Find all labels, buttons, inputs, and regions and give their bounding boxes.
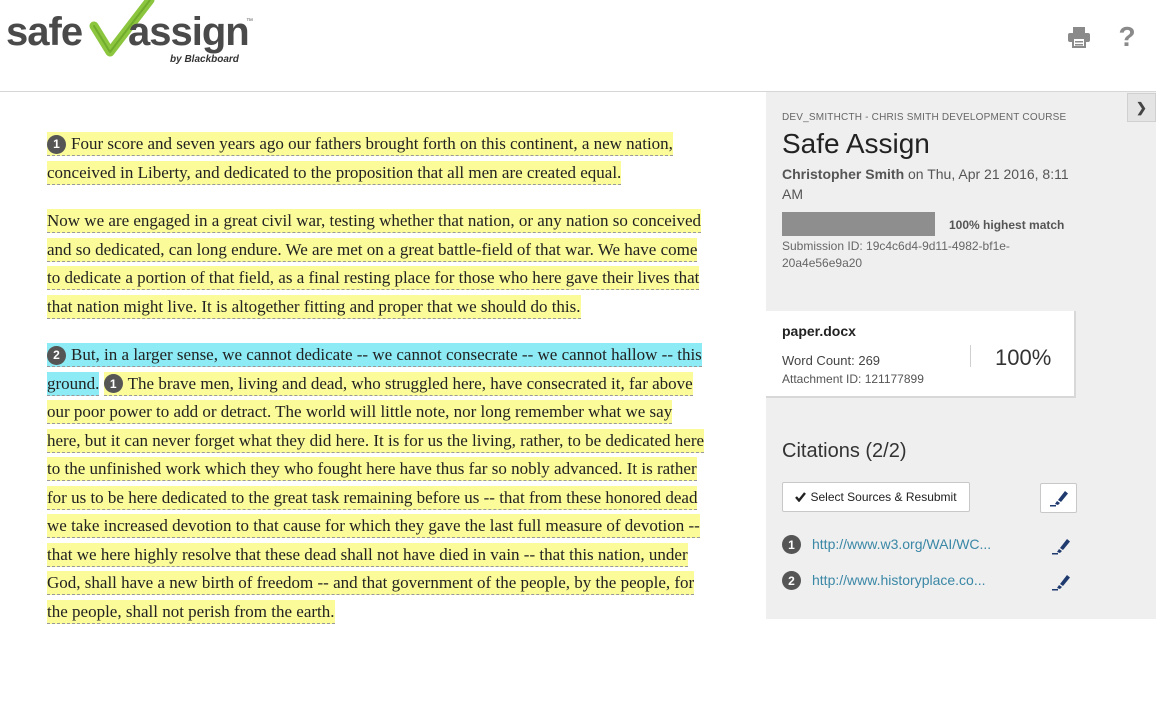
submission-id: Submission ID: 19c4c6d4-9d11-4982-bf1e-2… <box>782 239 1010 270</box>
help-glyph: ? <box>1118 21 1136 52</box>
resubmit-label: Select Sources & Resubmit <box>810 490 957 504</box>
file-name: paper.docx <box>782 323 856 339</box>
logo-trademark: ™ <box>246 18 253 25</box>
submission-info: Christopher Smith on Thu, Apr 21 2016, 8… <box>782 164 1072 204</box>
source-marker-1[interactable]: 1 <box>47 134 66 154</box>
word-count: Word Count: 269 <box>782 353 881 368</box>
highest-match-label: 100% highest match <box>949 218 1065 232</box>
highlighter-icon[interactable] <box>1048 571 1074 593</box>
source-marker-2[interactable]: 2 <box>47 345 66 365</box>
question-mark-icon[interactable]: ? <box>1112 21 1142 52</box>
matched-text-source-1[interactable]: 1 Four score and seven years ago our fath… <box>47 132 673 185</box>
header: safe assign ™ by Blackboard ? <box>0 0 1156 92</box>
citation-number: 2 <box>782 571 801 590</box>
highlighter-icon <box>1049 491 1068 507</box>
select-sources-resubmit-button[interactable]: Select Sources & Resubmit <box>782 482 970 512</box>
paragraph-2-text: Now we are engaged in a great civil war,… <box>47 211 702 316</box>
file-match-percent: 100% <box>995 345 1052 370</box>
safeassign-logo: safe assign ™ by Blackboard <box>6 0 266 72</box>
matched-text-source-1[interactable]: Now we are engaged in a great civil war,… <box>47 209 702 319</box>
citation-link[interactable]: http://www.w3.org/WAI/WC... <box>812 536 991 552</box>
logo-by-blackboard: by Blackboard <box>170 54 239 65</box>
source-marker-1[interactable]: 1 <box>103 374 123 394</box>
citations-heading: Citations (2/2) <box>782 440 907 462</box>
paragraph-1: 1 Four score and seven years ago our fath… <box>47 130 707 187</box>
checkmark-icon <box>795 492 807 502</box>
highest-match-bar <box>782 212 935 236</box>
logo-word-safe: safe <box>6 10 83 54</box>
chevron-right-icon: ❯ <box>1136 99 1147 115</box>
author-name: Christopher Smith <box>782 166 905 182</box>
paragraph-3-text-b: The brave men, living and dead, who stru… <box>47 373 705 621</box>
attachment-id: Attachment ID: 121177899 <box>782 372 924 386</box>
attachment-card[interactable]: paper.docx Word Count: 269 Attachment ID… <box>766 311 1076 398</box>
divider <box>970 345 971 367</box>
page-title: Safe Assign <box>782 128 930 159</box>
citation-number: 1 <box>782 535 801 554</box>
paragraph-1-text: Four score and seven years ago our fathe… <box>47 134 673 182</box>
citation-item: 2 http://www.historyplace.co... <box>782 569 1082 593</box>
citation-link[interactable]: http://www.historyplace.co... <box>812 572 986 588</box>
highlighter-icon[interactable] <box>1048 535 1074 557</box>
collapse-panel-button[interactable]: ❯ <box>1127 93 1156 122</box>
matched-text-source-1[interactable]: 1 The brave men, living and dead, who str… <box>47 371 705 624</box>
logo-word-assign: assign <box>128 10 250 54</box>
highlighter-toggle-button[interactable] <box>1040 483 1077 513</box>
printer-icon[interactable] <box>1064 22 1094 52</box>
citation-item: 1 http://www.w3.org/WAI/WC... <box>782 533 1082 557</box>
paragraph-2: Now we are engaged in a great civil war,… <box>47 207 707 321</box>
submission-document: 1 Four score and seven years ago our fath… <box>47 130 707 646</box>
paragraph-3: 2 But, in a larger sense, we cannot dedic… <box>47 341 707 626</box>
course-name: DEV_SMITHCTH - CHRIS SMITH DEVELOPMENT C… <box>782 112 1067 123</box>
